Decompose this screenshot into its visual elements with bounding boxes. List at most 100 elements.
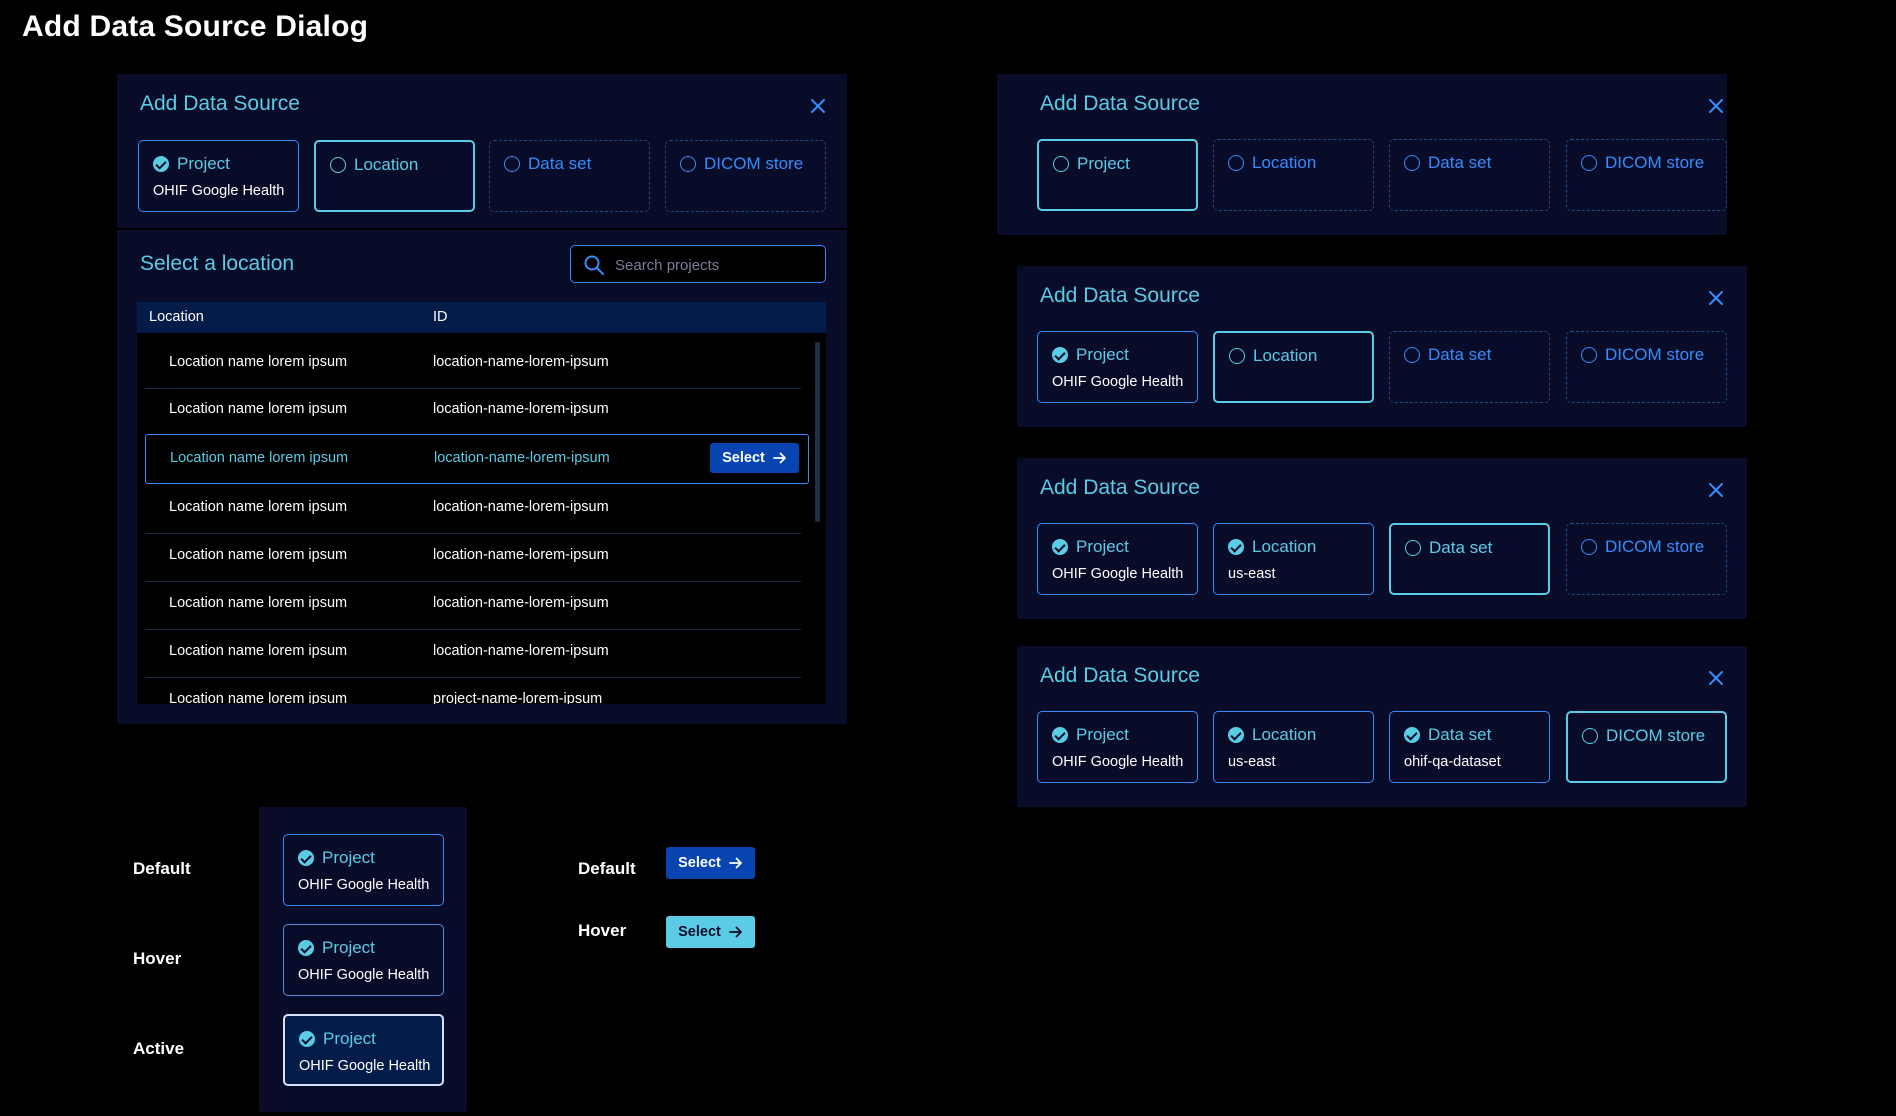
step-label: Project bbox=[323, 1029, 376, 1048]
close-icon[interactable] bbox=[809, 97, 827, 115]
table-row[interactable]: Location name lorem ipsum project-name-l… bbox=[145, 678, 809, 704]
dialog-variant-1: Add Data Source Project Location Data se… bbox=[997, 74, 1727, 235]
step-value: OHIF Google Health bbox=[1052, 374, 1184, 390]
step-location[interactable]: Location bbox=[1213, 139, 1374, 211]
step-label: Location bbox=[1252, 537, 1317, 556]
step-project-hover[interactable]: Project OHIF Google Health bbox=[283, 924, 444, 996]
check-circle-icon bbox=[1404, 727, 1420, 743]
step-label: Project bbox=[1076, 537, 1129, 556]
row-id: location-name-lorem-ipsum bbox=[434, 450, 610, 466]
step-label: DICOM store bbox=[1606, 726, 1706, 745]
step-label: Data set bbox=[528, 154, 592, 173]
scrollbar[interactable] bbox=[815, 342, 820, 522]
step-label: DICOM store bbox=[1605, 153, 1705, 172]
row-id: location-name-lorem-ipsum bbox=[433, 354, 609, 370]
search-icon bbox=[583, 254, 605, 281]
step-location[interactable]: Location bbox=[314, 140, 475, 212]
step-states-panel: Project OHIF Google Health Project OHIF … bbox=[259, 807, 467, 1112]
step-label: DICOM store bbox=[704, 154, 804, 173]
row-location-name: Location name lorem ipsum bbox=[169, 643, 348, 659]
check-circle-icon bbox=[298, 850, 314, 866]
step-value: OHIF Google Health bbox=[1052, 566, 1184, 582]
location-table: Location ID Location name lorem ipsum lo… bbox=[137, 302, 826, 704]
check-circle-icon bbox=[1052, 727, 1068, 743]
select-button-label: Select bbox=[678, 924, 721, 940]
check-circle-icon bbox=[1052, 539, 1068, 555]
column-header-location: Location bbox=[149, 309, 204, 325]
dialog-title: Add Data Source bbox=[140, 92, 300, 115]
table-row[interactable]: Location name lorem ipsum location-name-… bbox=[145, 630, 809, 676]
table-row[interactable]: Location name lorem ipsum location-name-… bbox=[145, 486, 809, 532]
step-label: Location bbox=[1253, 346, 1318, 365]
step-location[interactable]: Location us-east bbox=[1213, 711, 1374, 783]
radio-empty-icon bbox=[1582, 728, 1598, 744]
step-label: Data set bbox=[1428, 345, 1492, 364]
search-input[interactable] bbox=[613, 253, 817, 277]
step-location[interactable]: Location bbox=[1213, 331, 1374, 403]
step-dicom[interactable]: DICOM store bbox=[1566, 711, 1727, 783]
close-icon[interactable] bbox=[1707, 97, 1725, 115]
table-row[interactable]: Location name lorem ipsum location-name-… bbox=[145, 341, 809, 387]
step-value: OHIF Google Health bbox=[298, 877, 430, 893]
select-button-hover[interactable]: Select bbox=[666, 916, 755, 948]
step-dicom[interactable]: DICOM store bbox=[1566, 139, 1727, 211]
radio-empty-icon bbox=[1404, 155, 1420, 171]
radio-empty-icon bbox=[1581, 347, 1597, 363]
step-project[interactable]: Project bbox=[1037, 139, 1198, 211]
row-id: project-name-lorem-ipsum bbox=[433, 691, 603, 704]
radio-empty-icon bbox=[1228, 155, 1244, 171]
step-project[interactable]: Project OHIF Google Health bbox=[1037, 523, 1198, 595]
step-label: Project bbox=[322, 938, 375, 957]
step-dataset[interactable]: Data set bbox=[1389, 523, 1550, 595]
table-row-selected[interactable]: Location name lorem ipsum location-name-… bbox=[145, 434, 809, 484]
search-field[interactable] bbox=[570, 245, 826, 283]
table-row[interactable]: Location name lorem ipsum location-name-… bbox=[145, 388, 809, 434]
state-label-active: Active bbox=[133, 1039, 185, 1058]
step-value: us-east bbox=[1228, 566, 1276, 582]
state-label-hover: Hover bbox=[133, 949, 182, 968]
table-row[interactable]: Location name lorem ipsum location-name-… bbox=[145, 582, 809, 628]
step-project[interactable]: Project OHIF Google Health bbox=[1037, 331, 1198, 403]
step-location[interactable]: Location us-east bbox=[1213, 523, 1374, 595]
step-project[interactable]: Project OHIF Google Health bbox=[138, 140, 299, 212]
select-button-default[interactable]: Select bbox=[666, 847, 755, 879]
step-dataset[interactable]: Data set ohif-qa-dataset bbox=[1389, 711, 1550, 783]
step-label: Data set bbox=[1428, 725, 1492, 744]
radio-empty-icon bbox=[680, 156, 696, 172]
close-icon[interactable] bbox=[1707, 481, 1725, 499]
dialog-title: Add Data Source bbox=[1040, 284, 1200, 307]
step-dataset[interactable]: Data set bbox=[1389, 331, 1550, 403]
step-label: Data set bbox=[1429, 538, 1493, 557]
table-row[interactable]: Location name lorem ipsum location-name-… bbox=[145, 534, 809, 580]
radio-empty-icon bbox=[504, 156, 520, 172]
row-location-name: Location name lorem ipsum bbox=[169, 547, 348, 563]
row-id: location-name-lorem-ipsum bbox=[433, 643, 609, 659]
arrow-right-icon bbox=[772, 452, 786, 464]
step-project-active[interactable]: Project OHIF Google Health bbox=[283, 1014, 444, 1086]
step-value: us-east bbox=[1228, 754, 1276, 770]
step-label: DICOM store bbox=[1605, 345, 1705, 364]
step-dicom[interactable]: DICOM store bbox=[665, 140, 826, 212]
radio-empty-icon bbox=[330, 157, 346, 173]
step-value: OHIF Google Health bbox=[298, 967, 430, 983]
check-circle-icon bbox=[298, 940, 314, 956]
close-icon[interactable] bbox=[1707, 669, 1725, 687]
step-dicom[interactable]: DICOM store bbox=[1566, 331, 1727, 403]
radio-empty-icon bbox=[1229, 348, 1245, 364]
check-circle-icon bbox=[299, 1031, 315, 1047]
step-label: Data set bbox=[1428, 153, 1492, 172]
check-circle-icon bbox=[1228, 539, 1244, 555]
dialog-variant-4: Add Data Source Project OHIF Google Heal… bbox=[1017, 646, 1747, 807]
row-id: location-name-lorem-ipsum bbox=[433, 401, 609, 417]
divider bbox=[117, 228, 847, 230]
step-dataset[interactable]: Data set bbox=[1389, 139, 1550, 211]
select-button-label: Select bbox=[722, 450, 765, 466]
step-project-default[interactable]: Project OHIF Google Health bbox=[283, 834, 444, 906]
step-value: OHIF Google Health bbox=[299, 1058, 431, 1074]
step-dataset[interactable]: Data set bbox=[489, 140, 650, 212]
select-button[interactable]: Select bbox=[710, 443, 799, 473]
close-icon[interactable] bbox=[1707, 289, 1725, 307]
step-dicom[interactable]: DICOM store bbox=[1566, 523, 1727, 595]
radio-empty-icon bbox=[1581, 539, 1597, 555]
step-project[interactable]: Project OHIF Google Health bbox=[1037, 711, 1198, 783]
